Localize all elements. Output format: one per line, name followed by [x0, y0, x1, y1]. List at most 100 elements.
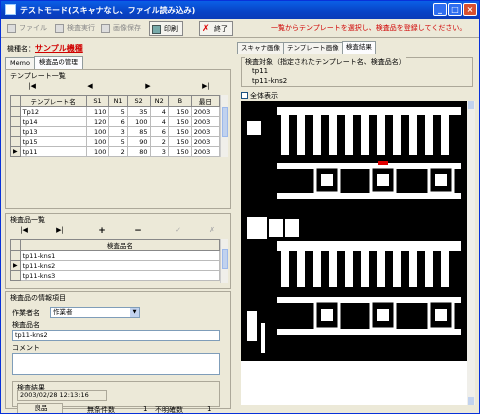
- cell[interactable]: 2: [108, 146, 128, 157]
- template-scrollbar[interactable]: [220, 95, 228, 157]
- col-inspection-name[interactable]: 検査品名: [19, 239, 221, 251]
- checkbox-box[interactable]: [241, 92, 248, 99]
- cell[interactable]: 150: [167, 136, 192, 147]
- row-indicator: [10, 250, 21, 261]
- cell[interactable]: 100: [85, 136, 110, 147]
- cell[interactable]: 6: [149, 126, 169, 137]
- inspection-image-viewer[interactable]: [241, 101, 467, 405]
- tab-scanner-image[interactable]: スキャナ画像: [237, 42, 284, 54]
- last-record-button[interactable]: ▶|: [196, 82, 216, 90]
- list-item[interactable]: tp11-kns3: [10, 270, 221, 281]
- add-item-button[interactable]: +: [92, 226, 112, 236]
- comment-field[interactable]: [12, 353, 220, 375]
- cell[interactable]: 6: [108, 116, 128, 127]
- list-item-current[interactable]: ▶ tp11-kns2: [10, 260, 221, 271]
- viewer-scrollbar[interactable]: [467, 101, 475, 405]
- col-template-name[interactable]: テンプレート名: [19, 95, 87, 107]
- cell[interactable]: 150: [167, 126, 192, 137]
- inspection-header-row: 検査品名: [10, 239, 221, 251]
- operator-select[interactable]: 作業者 ▼: [50, 307, 140, 318]
- cell[interactable]: tp14: [19, 116, 87, 127]
- cell[interactable]: tp13: [19, 126, 87, 137]
- cell[interactable]: tp11: [19, 146, 87, 157]
- run-inspection-button[interactable]: 検査実行: [53, 21, 95, 36]
- tab-inspection-management[interactable]: 検査品の管理: [33, 56, 83, 69]
- cell[interactable]: 2003: [190, 116, 221, 127]
- table-row[interactable]: tp15 100 5 90 2 150 2003: [10, 136, 221, 147]
- scroll-down-button[interactable]: [468, 397, 474, 405]
- col-n1[interactable]: N1: [108, 95, 128, 107]
- toolbar: ファイル 検査実行 画像保存 印刷 ✗ 終了 一覧からテンプレートを選択し、検査品…: [1, 19, 479, 38]
- cell[interactable]: 100: [85, 126, 110, 137]
- chevron-down-icon[interactable]: ▼: [130, 308, 139, 317]
- cell[interactable]: 5: [108, 136, 128, 147]
- cell[interactable]: tp11-kns1: [19, 250, 221, 261]
- print-button[interactable]: 印刷: [149, 21, 183, 36]
- cell[interactable]: 110: [85, 106, 110, 117]
- cell[interactable]: 150: [167, 146, 192, 157]
- cell[interactable]: 80: [126, 146, 151, 157]
- next-record-button[interactable]: ▶: [138, 82, 158, 90]
- list-item[interactable]: tp11-kns1: [10, 250, 221, 261]
- cell[interactable]: 5: [108, 106, 128, 117]
- window-title: テストモード(スキャナなし、ファイル読み込み): [20, 6, 196, 15]
- exit-button[interactable]: ✗ 終了: [199, 21, 233, 36]
- cell[interactable]: tp11-kns3: [19, 270, 221, 281]
- cell[interactable]: 150: [167, 116, 192, 127]
- cell[interactable]: 3: [108, 126, 128, 137]
- cell[interactable]: 120: [85, 116, 110, 127]
- confirm-button[interactable]: ✓: [168, 226, 188, 234]
- cell[interactable]: 35: [126, 106, 151, 117]
- cell[interactable]: 100: [85, 146, 110, 157]
- inspection-name-field[interactable]: tp11-kns2: [12, 330, 220, 341]
- cell[interactable]: 150: [167, 106, 192, 117]
- cell[interactable]: 4: [149, 116, 169, 127]
- cell[interactable]: 90: [126, 136, 151, 147]
- maximize-button[interactable]: □: [448, 3, 462, 16]
- save-image-button[interactable]: 画像保存: [99, 21, 141, 36]
- cell[interactable]: 3: [149, 146, 169, 157]
- minimize-button[interactable]: _: [433, 3, 447, 16]
- model-name[interactable]: サンプル機種: [35, 44, 83, 53]
- table-row[interactable]: tp14 120 6 100 4 150 2003: [10, 116, 221, 127]
- prev-record-button[interactable]: ◀: [80, 82, 100, 90]
- delete-item-button[interactable]: −: [128, 226, 148, 236]
- cell[interactable]: 85: [126, 126, 151, 137]
- scroll-thumb[interactable]: [222, 107, 228, 137]
- col-n2[interactable]: N2: [149, 95, 169, 107]
- scroll-thumb[interactable]: [222, 249, 228, 269]
- cell[interactable]: 4: [149, 106, 169, 117]
- x-icon: ✗: [202, 24, 210, 34]
- cell[interactable]: 2003: [190, 106, 221, 117]
- close-button[interactable]: ×: [463, 3, 477, 16]
- show-all-checkbox[interactable]: 全体表示: [241, 91, 278, 101]
- col-date[interactable]: 最日: [190, 95, 221, 107]
- cell[interactable]: 100: [126, 116, 151, 127]
- cell[interactable]: 2003: [190, 136, 221, 147]
- cell[interactable]: 2003: [190, 126, 221, 137]
- save-icon: [101, 24, 110, 33]
- table-row[interactable]: tp13 100 3 85 6 150 2003: [10, 126, 221, 137]
- tab-template-image[interactable]: テンプレート画像: [283, 42, 343, 54]
- inspection-scrollbar[interactable]: [220, 239, 228, 283]
- last-item-button[interactable]: ▶|: [50, 226, 70, 234]
- row-indicator: [10, 270, 21, 281]
- cell[interactable]: tp15: [19, 136, 87, 147]
- table-row-current[interactable]: ▶ tp11 100 2 80 3 150 2003: [10, 146, 221, 157]
- tab-inspection-result[interactable]: 検査結果: [341, 41, 376, 54]
- col-s1[interactable]: S1: [85, 95, 110, 107]
- tab-memo[interactable]: Memo: [5, 57, 35, 69]
- cancel-button[interactable]: ✗: [202, 226, 222, 234]
- scroll-up-button[interactable]: [468, 101, 474, 109]
- cell[interactable]: tp11-kns2: [19, 260, 221, 271]
- cell[interactable]: 2: [149, 136, 169, 147]
- run-icon: [55, 24, 64, 33]
- cell[interactable]: Tp12: [19, 106, 87, 117]
- cell[interactable]: 2003: [190, 146, 221, 157]
- table-row[interactable]: Tp12 110 5 35 4 150 2003: [10, 106, 221, 117]
- col-b[interactable]: B: [167, 95, 192, 107]
- first-item-button[interactable]: |◀: [14, 226, 34, 234]
- first-record-button[interactable]: |◀: [22, 82, 42, 90]
- col-s2[interactable]: S2: [126, 95, 151, 107]
- file-button[interactable]: ファイル: [5, 21, 47, 36]
